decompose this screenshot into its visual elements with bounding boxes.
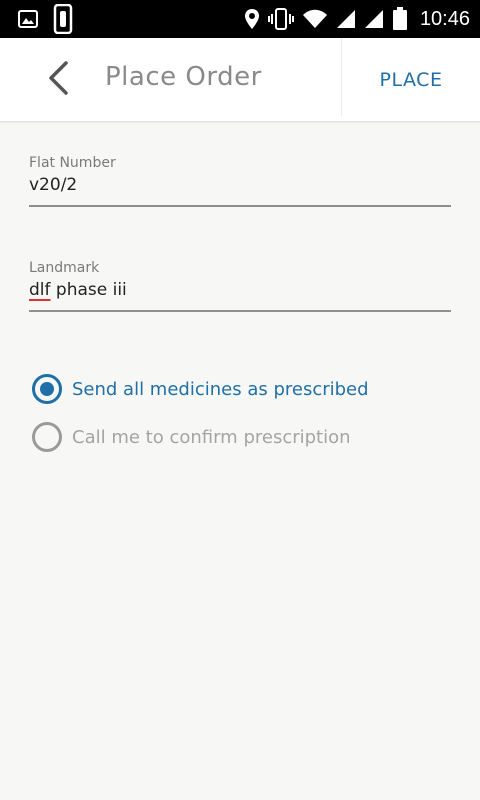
back-button[interactable] [38,60,78,100]
landmark-label: Landmark [29,260,100,276]
flat-number-label: Flat Number [29,155,116,171]
option-call-me[interactable]: Call me to confirm prescription [32,422,351,452]
vibrate-icon [267,8,294,30]
wifi-icon [302,9,328,29]
radio-unchecked-icon[interactable] [32,422,62,452]
signal-icon [364,9,384,29]
device-icon [52,4,74,34]
misspelled-word: dlf [29,280,51,300]
flat-number-input[interactable] [29,171,451,207]
place-button[interactable]: PLACE [342,38,480,122]
signal-icon [336,9,356,29]
status-bar: 10:46 [0,0,480,38]
option-label: Call me to confirm prescription [72,426,351,448]
flat-number-field[interactable]: Flat Number [29,155,451,207]
status-time: 10:46 [419,7,470,30]
radio-checked-icon[interactable] [32,374,62,404]
option-send-all[interactable]: Send all medicines as prescribed [32,374,369,404]
battery-icon [392,7,408,31]
gallery-icon [18,10,38,28]
landmark-field[interactable]: Landmark dlf phase iii [29,260,451,312]
option-label: Send all medicines as prescribed [72,378,369,400]
location-icon [244,8,260,30]
page-title: Place Order [105,62,262,92]
landmark-value-rest: phase iii [50,280,127,300]
landmark-input[interactable]: dlf phase iii [29,276,451,312]
chevron-left-icon [46,60,70,101]
app-bar: Place Order PLACE [0,38,480,122]
